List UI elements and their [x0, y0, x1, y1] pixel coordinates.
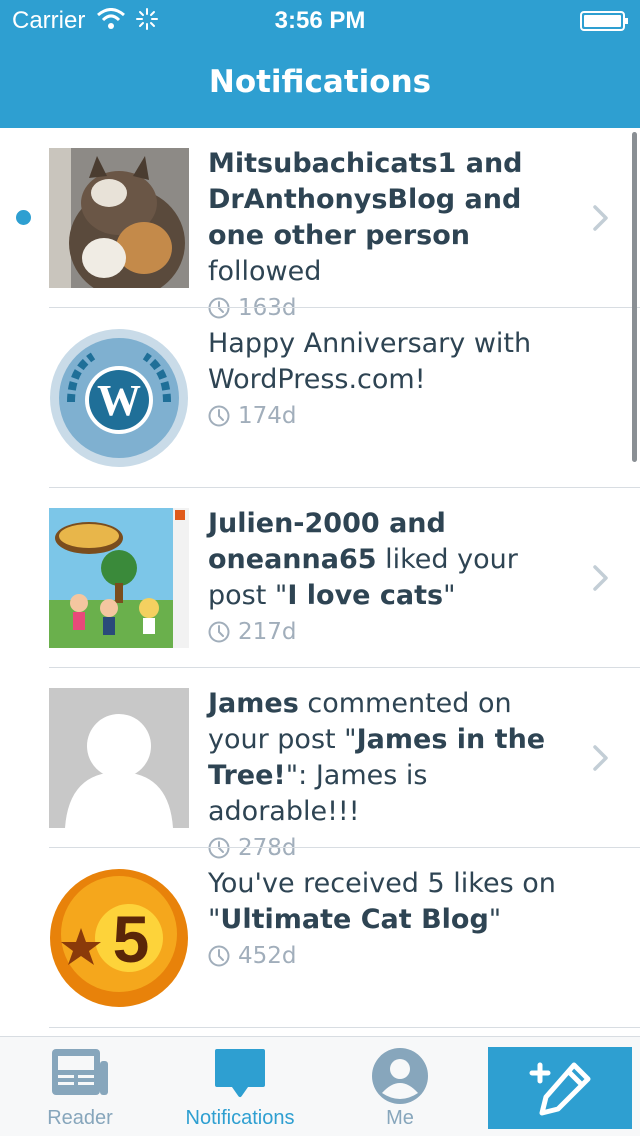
notification-plain-text: Happy Anniversary with WordPress.com!	[208, 328, 532, 395]
notification-bold-text: Mitsubachicats1 and DrAnthonysBlog and o…	[208, 148, 523, 251]
tab-notifications-label: Notifications	[185, 1107, 295, 1129]
notification-plain-text: followed	[208, 256, 322, 287]
tab-reader-label: Reader	[47, 1107, 113, 1129]
cat-photo-avatar	[49, 148, 189, 288]
notification-bold-text: Ultimate Cat Blog	[220, 904, 489, 935]
notifications-icon	[215, 1049, 265, 1097]
clock-icon	[208, 405, 230, 427]
notification-age: 174d	[208, 398, 578, 434]
notification-content: Julien-2000 and oneanna65 liked your pos…	[208, 506, 578, 650]
clock-icon	[208, 945, 230, 967]
chevron-right-icon[interactable]	[592, 744, 610, 776]
notification-plain-text: "	[443, 580, 456, 611]
notification-row[interactable]: James commented on your post "James in t…	[0, 668, 640, 861]
notification-text: James commented on your post "James in t…	[208, 686, 578, 830]
tab-me[interactable]: Me	[320, 1037, 480, 1136]
compose-icon	[529, 1062, 591, 1116]
notification-row[interactable]: 5 You've received 5 likes on "Ultimate Ca…	[0, 848, 640, 1028]
battery-icon	[580, 10, 630, 38]
tab-notifications[interactable]: Notifications	[160, 1037, 320, 1136]
me-icon	[372, 1048, 428, 1104]
status-bar: Carrier 3:56 PM	[0, 0, 640, 40]
svg-text:5: 5	[113, 902, 150, 976]
notification-row[interactable]: W Happy Anniversary with WordPress.com! 17…	[0, 308, 640, 488]
svg-text:W: W	[97, 376, 141, 425]
default-user-silhouette-avatar	[49, 688, 189, 828]
five-likes-badge-avatar: 5	[49, 868, 189, 1008]
status-time: 3:56 PM	[274, 7, 366, 34]
header: Carrier 3:56 PM Notifications	[0, 0, 640, 128]
notification-text: Mitsubachicats1 and DrAnthonysBlog and o…	[208, 146, 578, 290]
tab-me-label: Me	[386, 1107, 414, 1129]
notification-age-label: 452d	[238, 943, 297, 969]
notification-row[interactable]: Julien-2000 and oneanna65 liked your pos…	[0, 488, 640, 668]
notification-age: 217d	[208, 614, 578, 650]
notification-text: Happy Anniversary with WordPress.com!	[208, 326, 578, 398]
notification-content: Happy Anniversary with WordPress.com! 174…	[208, 326, 578, 434]
notification-age-label: 174d	[238, 403, 297, 429]
notification-content: Mitsubachicats1 and DrAnthonysBlog and o…	[208, 146, 578, 326]
notifications-list[interactable]: Mitsubachicats1 and DrAnthonysBlog and o…	[0, 128, 640, 1036]
tab-bar: Reader Notifications Me	[0, 1036, 640, 1136]
notification-content: James commented on your post "James in t…	[208, 686, 578, 866]
chevron-right-icon[interactable]	[592, 204, 610, 236]
notification-bold-text: I love cats	[287, 580, 444, 611]
scroll-indicator[interactable]	[632, 132, 637, 462]
notification-text: You've received 5 likes on "Ultimate Cat…	[208, 866, 578, 938]
clock-icon	[208, 621, 230, 643]
tab-reader[interactable]: Reader	[0, 1037, 160, 1136]
notification-text: Julien-2000 and oneanna65 liked your pos…	[208, 506, 578, 614]
notification-age: 452d	[208, 938, 578, 974]
reader-icon	[52, 1049, 108, 1095]
notification-content: You've received 5 likes on "Ultimate Cat…	[208, 866, 578, 974]
unread-indicator	[16, 210, 31, 225]
notification-age-label: 217d	[238, 619, 297, 645]
notification-row[interactable]: Mitsubachicats1 and DrAnthonysBlog and o…	[0, 128, 640, 321]
animal-crossing-cover-avatar	[49, 508, 189, 648]
compose-button[interactable]	[488, 1047, 632, 1129]
chevron-right-icon[interactable]	[592, 564, 610, 596]
page-title: Notifications	[208, 64, 432, 100]
wordpress-anniversary-badge-avatar: W	[49, 328, 189, 468]
notification-plain-text: "	[488, 904, 502, 935]
row-divider	[49, 1027, 640, 1028]
notification-bold-text: James	[208, 688, 299, 719]
